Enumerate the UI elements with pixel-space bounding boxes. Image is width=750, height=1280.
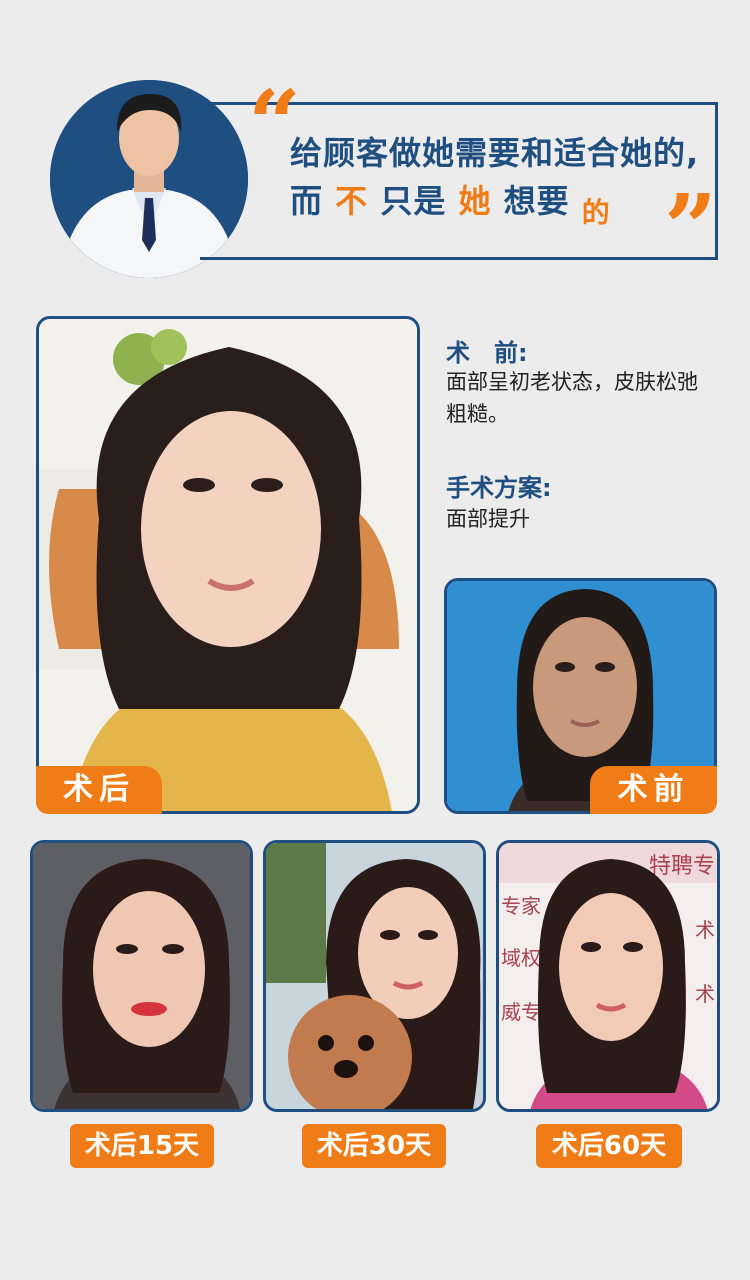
before-title: 术 前: bbox=[446, 339, 528, 367]
quote-emphasis-word: 不 bbox=[335, 182, 369, 220]
quote-line-2: 而 不 只是 她 想要 的 bbox=[290, 176, 611, 229]
plan-title: 手术方案: bbox=[446, 474, 552, 502]
quote-emphasis-word: 她 bbox=[458, 182, 492, 220]
day15-portrait-image bbox=[33, 843, 250, 1109]
quote-word: 想要 bbox=[503, 182, 570, 220]
before-label: 术前 bbox=[590, 766, 717, 814]
plan-description: 面部提升 bbox=[446, 507, 530, 531]
day30-photo bbox=[263, 840, 486, 1112]
after-label: 术后 bbox=[36, 766, 162, 814]
before-description: 面部呈初老状态，皮肤松弛粗糙。 bbox=[446, 370, 698, 426]
day15-photo bbox=[30, 840, 253, 1112]
quote-emphasis-word: 的 bbox=[581, 196, 611, 229]
background-sign-text-6: 术 bbox=[695, 982, 715, 1006]
background-sign-text-5: 术 bbox=[695, 918, 715, 942]
day60-label: 术后60天 bbox=[536, 1124, 682, 1168]
close-quote-mark: ” bbox=[664, 174, 717, 282]
day15-label: 术后15天 bbox=[70, 1124, 214, 1168]
after-portrait-image bbox=[39, 319, 417, 811]
after-photo bbox=[36, 316, 420, 814]
background-sign-text-1: 特聘专 bbox=[649, 854, 715, 879]
quote-line-1: 给顾客做她需要和适合她的, bbox=[290, 134, 700, 172]
day60-photo: 特聘专 专家 域权 威专 术 术 bbox=[496, 840, 720, 1112]
quote-word: 只是 bbox=[380, 182, 447, 220]
background-sign-text-4: 威专 bbox=[501, 1000, 541, 1024]
quote-word: 而 bbox=[290, 182, 324, 220]
day60-portrait-image: 特聘专 专家 域权 威专 术 术 bbox=[499, 843, 717, 1109]
background-sign-text-3: 域权 bbox=[501, 946, 541, 970]
day30-label: 术后30天 bbox=[302, 1124, 446, 1168]
day30-portrait-image bbox=[266, 843, 483, 1109]
background-sign-text-2: 专家 bbox=[501, 894, 541, 918]
